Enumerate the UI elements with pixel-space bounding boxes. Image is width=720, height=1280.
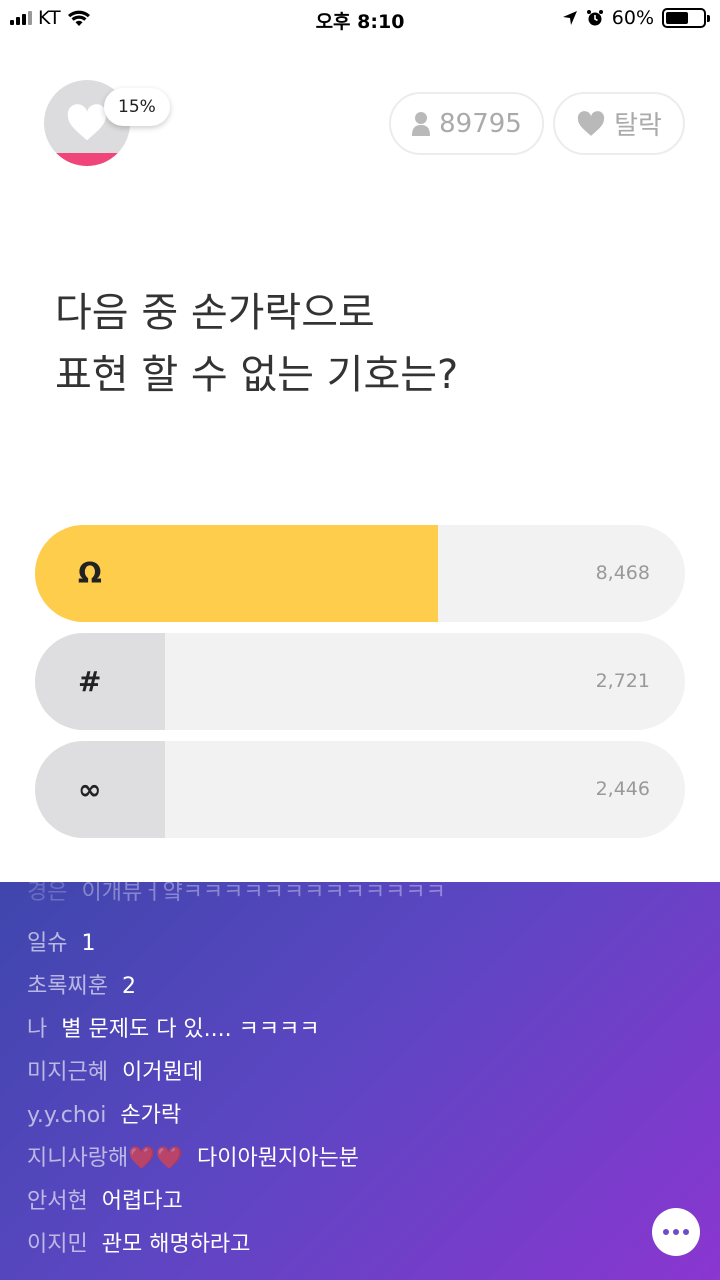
chat-message: 나 별 문제도 다 있.... ㅋㅋㅋㅋ	[27, 1011, 320, 1043]
chat-user: 경은	[27, 882, 68, 905]
heart-icon	[67, 104, 107, 141]
answer-option-2[interactable]: # 2,721	[35, 633, 685, 730]
quiz-question: 다음 중 손가락으로 표현 할 수 없는 기호는?	[55, 282, 655, 406]
answer-count-3: 2,446	[595, 778, 650, 800]
chat-message: 경은 이개뷰ㅓ얔ㅋㅋㅋㅋㅋㅋㅋㅋㅋㅋㅋㅋㅋ	[27, 882, 446, 906]
answer-symbol-1: Ω	[78, 557, 102, 590]
chat-text: 어렵다고	[101, 1189, 183, 1214]
chat-message: 이지민 관모 해명하라고	[27, 1226, 250, 1258]
chat-message: 일슈 1	[27, 925, 95, 957]
chat-text: 관모 해명하라고	[101, 1232, 251, 1257]
battery-icon	[662, 8, 710, 28]
answer-count-1: 8,468	[595, 562, 650, 584]
status-bar: KT 오후 8:10 60%	[0, 0, 720, 40]
chat-text: 손가락	[120, 1103, 182, 1128]
chat-text: 별 문제도 다 있.... ㅋㅋㅋㅋ	[61, 1017, 320, 1042]
chat-message: 미지근혜 이거뭔데	[27, 1054, 203, 1086]
answer-count-2: 2,721	[595, 670, 650, 692]
answer-option-1[interactable]: Ω 8,468	[35, 525, 685, 622]
heart-percent-bubble: 15%	[104, 88, 170, 126]
location-arrow-icon	[562, 11, 577, 25]
chat-text: 이거뭔데	[121, 1060, 203, 1085]
live-chat-panel: 경은 이개뷰ㅓ얔ㅋㅋㅋㅋㅋㅋㅋㅋㅋㅋㅋㅋㅋ 일슈 1 초록찌훈 2 나 별 문제도 다 …	[0, 882, 720, 1280]
chat-message: 안서현 어렵다고	[27, 1183, 183, 1215]
leave-button[interactable]: 탈락	[553, 92, 685, 155]
chat-user: 초록찌훈	[27, 974, 108, 999]
chat-user: 일슈	[27, 931, 68, 956]
chat-user: 나	[27, 1017, 48, 1042]
chat-user: 이지민	[27, 1232, 88, 1257]
chat-user: y.y.choi	[27, 1103, 107, 1128]
chat-message: 초록찌훈 2	[27, 968, 136, 1000]
alarm-icon	[586, 10, 603, 26]
chat-text: 다이아뭔지아는분	[197, 1146, 359, 1171]
question-line-1: 다음 중 손가락으로	[55, 290, 375, 336]
chat-message: y.y.choi 손가락	[27, 1097, 181, 1129]
answer-symbol-3: ∞	[78, 773, 102, 806]
answer-symbol-2: #	[78, 665, 102, 698]
chat-user: 안서현	[27, 1189, 88, 1214]
participants-pill: 89795	[389, 92, 544, 155]
answer-option-3[interactable]: ∞ 2,446	[35, 741, 685, 838]
status-right: 60%	[562, 7, 710, 29]
chat-text: 1	[81, 931, 96, 956]
chat-message: 지니사랑해❤️❤️ 다이아뭔지아는분	[27, 1140, 359, 1172]
heart-outline-icon	[577, 110, 605, 136]
battery-percent: 60%	[611, 7, 654, 29]
participant-count: 89795	[439, 108, 522, 139]
chat-text: 이개뷰ㅓ얔ㅋㅋㅋㅋㅋㅋㅋㅋㅋㅋㅋㅋㅋ	[81, 882, 446, 905]
chat-text: 2	[121, 974, 136, 999]
person-icon	[412, 111, 431, 136]
heart-gauge-fill	[44, 153, 130, 166]
question-line-2: 표현 할 수 없는 기호는?	[55, 352, 459, 398]
leave-label: 탈락	[614, 111, 662, 141]
chat-user: 미지근혜	[27, 1060, 108, 1085]
chat-user: 지니사랑해❤️❤️	[27, 1146, 183, 1171]
chat-bubble-icon[interactable]	[652, 1208, 700, 1256]
